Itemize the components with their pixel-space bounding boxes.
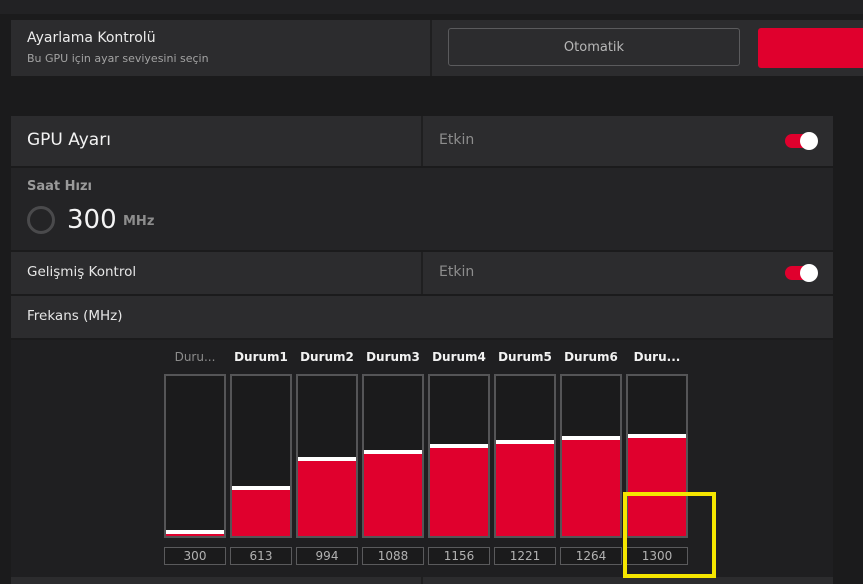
state-slider-fill [166, 534, 224, 536]
state-slider-handle[interactable] [430, 444, 488, 448]
state-label: Durum5 [498, 350, 552, 364]
state-slider-fill [496, 444, 554, 536]
tuning-control-panel: Ayarlama Kontrolü Bu GPU için ayar seviy… [11, 20, 863, 76]
highlight-box [623, 492, 716, 578]
tuning-control-subtitle: Bu GPU için ayar seviyesini seçin [27, 52, 209, 65]
state-slider-handle[interactable] [298, 457, 356, 461]
divider [421, 577, 423, 584]
state-slider[interactable] [494, 374, 556, 538]
clock-gauge-icon [27, 206, 55, 234]
gpu-tuning-row: GPU Ayarı Etkin [11, 116, 833, 166]
advanced-control-title: Gelişmiş Kontrol [27, 264, 137, 280]
state-label: Duru... [174, 350, 216, 364]
toggle-knob [800, 132, 818, 150]
state-column: Durum6 1264 [560, 340, 622, 584]
state-slider-handle[interactable] [562, 436, 620, 440]
state-value-field[interactable]: 1221 [494, 547, 556, 565]
gpu-tuning-title: GPU Ayarı [27, 130, 111, 150]
divider [430, 20, 432, 76]
state-value-field[interactable]: 1264 [560, 547, 622, 565]
state-slider-handle[interactable] [628, 434, 686, 438]
state-value-field[interactable]: 994 [296, 547, 358, 565]
auto-button[interactable]: Otomatik [448, 28, 740, 66]
gpu-tuning-toggle[interactable] [785, 132, 818, 150]
state-column: Durum4 1156 [428, 340, 490, 584]
state-label: Durum2 [300, 350, 354, 364]
state-slider[interactable] [362, 374, 424, 538]
state-label: Durum1 [234, 350, 288, 364]
manual-button[interactable] [758, 28, 863, 68]
divider [421, 252, 423, 294]
state-label: Durum4 [432, 350, 486, 364]
frequency-title: Frekans (MHz) [27, 308, 123, 324]
state-slider-fill [298, 461, 356, 536]
state-slider[interactable] [296, 374, 358, 538]
clock-speed-value: 300 [67, 205, 117, 235]
state-column: Durum3 1088 [362, 340, 424, 584]
state-column: Durum1 613 [230, 340, 292, 584]
state-value-field[interactable]: 1088 [362, 547, 424, 565]
clock-speed-label: Saat Hızı [27, 179, 93, 194]
state-column: Duru... 300 [164, 340, 226, 584]
state-slider-handle[interactable] [166, 530, 224, 534]
state-value-field[interactable]: 1156 [428, 547, 490, 565]
state-column: Durum5 1221 [494, 340, 556, 584]
state-label: Duru... [633, 350, 681, 364]
state-slider-fill [364, 454, 422, 536]
state-value-field[interactable]: 300 [164, 547, 226, 565]
clock-speed-unit: MHz [123, 214, 155, 229]
state-slider[interactable] [560, 374, 622, 538]
tuning-control-title: Ayarlama Kontrolü [27, 30, 156, 46]
toggle-knob [800, 264, 818, 282]
state-slider-handle[interactable] [232, 486, 290, 490]
state-slider[interactable] [230, 374, 292, 538]
state-label: Durum3 [366, 350, 420, 364]
state-label: Durum6 [564, 350, 618, 364]
state-value-field[interactable]: 613 [230, 547, 292, 565]
bottom-row [11, 577, 833, 584]
background-strip [0, 0, 863, 14]
advanced-control-row: Gelişmiş Kontrol Etkin [11, 252, 833, 294]
advanced-control-toggle[interactable] [785, 264, 818, 282]
clock-speed-panel: Saat Hızı 300 MHz [11, 168, 833, 250]
state-slider-handle[interactable] [364, 450, 422, 454]
frequency-header: Frekans (MHz) [11, 296, 833, 338]
state-slider-handle[interactable] [496, 440, 554, 444]
state-slider-fill [232, 490, 290, 536]
gpu-tuning-status: Etkin [439, 132, 475, 148]
advanced-control-status: Etkin [439, 264, 475, 280]
state-slider[interactable] [164, 374, 226, 538]
state-column: Durum2 994 [296, 340, 358, 584]
state-slider-fill [562, 440, 620, 536]
divider [421, 116, 423, 166]
state-slider[interactable] [428, 374, 490, 538]
state-slider-fill [430, 448, 488, 536]
